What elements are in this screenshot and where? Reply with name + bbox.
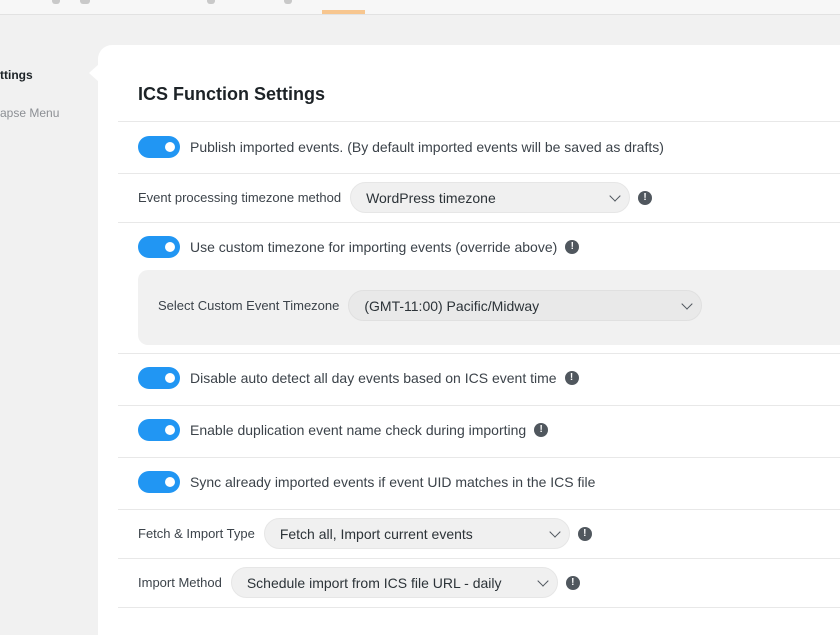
option-timezone-method: Event processing timezone method WordPre… bbox=[138, 182, 653, 213]
info-icon[interactable]: ! bbox=[565, 240, 580, 254]
divider bbox=[118, 607, 840, 608]
divider bbox=[118, 173, 840, 174]
divider bbox=[118, 222, 840, 223]
sidebar-collapse-menu[interactable]: apse Menu bbox=[0, 106, 59, 120]
divider bbox=[118, 509, 840, 510]
chevron-down-icon bbox=[549, 525, 561, 538]
option-import-method: Import Method Schedule import from ICS f… bbox=[138, 567, 580, 598]
top-navigation-strip bbox=[0, 0, 840, 15]
custom-event-timezone-select[interactable]: (GMT-11:00) Pacific/Midway bbox=[348, 290, 703, 321]
info-icon[interactable]: ! bbox=[534, 423, 549, 437]
info-icon[interactable]: ! bbox=[565, 575, 580, 590]
option-publish-imported: Publish imported events. (By default imp… bbox=[138, 136, 664, 158]
fetch-import-type-select[interactable]: Fetch all, Import current events bbox=[263, 518, 570, 549]
info-icon[interactable]: ! bbox=[638, 190, 653, 205]
disable-allday-detect-toggle[interactable] bbox=[138, 367, 180, 389]
top-nav-fragment bbox=[284, 0, 292, 4]
top-nav-fragment bbox=[80, 0, 90, 4]
fetch-import-type-value: Fetch all, Import current events bbox=[279, 525, 473, 542]
sync-uid-toggle[interactable] bbox=[138, 471, 180, 493]
chevron-down-icon bbox=[537, 574, 549, 587]
chevron-down-icon bbox=[609, 189, 621, 202]
option-custom-event-timezone: Select Custom Event Timezone (GMT-11:00)… bbox=[158, 290, 703, 321]
info-icon[interactable]: ! bbox=[564, 371, 579, 385]
info-icon[interactable]: ! bbox=[577, 526, 592, 541]
publish-imported-label: Publish imported events. (By default imp… bbox=[190, 139, 664, 155]
option-sync-uid: Sync already imported events if event UI… bbox=[138, 471, 595, 493]
option-duplication-check: Enable duplication event name check duri… bbox=[138, 419, 549, 441]
custom-timezone-label: Use custom timezone for importing events… bbox=[190, 239, 558, 255]
option-custom-timezone: Use custom timezone for importing events… bbox=[138, 236, 580, 258]
divider bbox=[118, 121, 840, 122]
toggle-knob bbox=[165, 142, 175, 152]
option-fetch-import-type: Fetch & Import Type Fetch all, Import cu… bbox=[138, 518, 592, 549]
timezone-method-label: Event processing timezone method bbox=[138, 190, 342, 205]
divider bbox=[118, 405, 840, 406]
toggle-knob bbox=[165, 373, 175, 383]
duplication-check-toggle[interactable] bbox=[138, 419, 180, 441]
publish-imported-toggle[interactable] bbox=[138, 136, 180, 158]
toggle-knob bbox=[165, 425, 175, 435]
custom-timezone-toggle[interactable] bbox=[138, 236, 180, 258]
divider bbox=[118, 353, 840, 354]
custom-event-timezone-label: Select Custom Event Timezone bbox=[158, 298, 340, 313]
option-disable-allday-detect: Disable auto detect all day events based… bbox=[138, 367, 579, 389]
import-method-label: Import Method bbox=[138, 575, 222, 590]
divider bbox=[118, 558, 840, 559]
top-nav-fragment bbox=[52, 0, 60, 4]
fetch-import-type-label: Fetch & Import Type bbox=[138, 526, 255, 541]
timezone-method-select[interactable]: WordPress timezone bbox=[350, 182, 631, 213]
sync-uid-label: Sync already imported events if event UI… bbox=[190, 474, 596, 490]
import-method-value: Schedule import from ICS file URL - dail… bbox=[246, 574, 502, 591]
disable-allday-detect-label: Disable auto detect all day events based… bbox=[190, 370, 557, 386]
active-tab-indicator[interactable] bbox=[322, 10, 365, 14]
toggle-knob bbox=[165, 242, 175, 252]
custom-event-timezone-value: (GMT-11:00) Pacific/Midway bbox=[364, 297, 540, 314]
import-method-select[interactable]: Schedule import from ICS file URL - dail… bbox=[230, 567, 558, 598]
toggle-knob bbox=[165, 477, 175, 487]
duplication-check-label: Enable duplication event name check duri… bbox=[190, 422, 527, 438]
timezone-method-value: WordPress timezone bbox=[366, 189, 496, 206]
divider bbox=[118, 457, 840, 458]
page-title: ICS Function Settings bbox=[138, 84, 325, 104]
chevron-down-icon bbox=[681, 297, 694, 310]
sidebar-item-settings[interactable]: ttings bbox=[0, 68, 33, 82]
top-nav-fragment bbox=[207, 0, 215, 4]
